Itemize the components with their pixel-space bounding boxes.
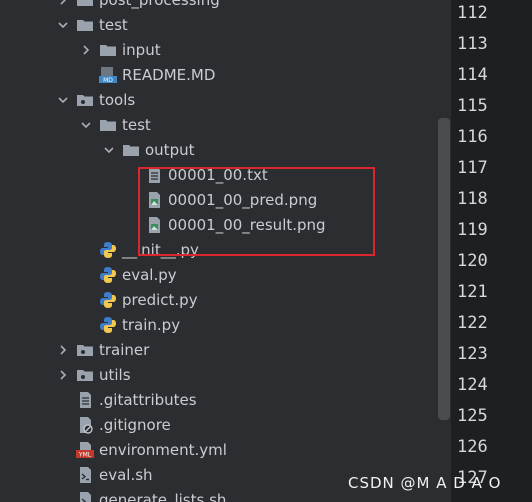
shell-script-icon [76, 466, 94, 484]
folder-icon [99, 116, 117, 134]
package-folder-icon [76, 366, 94, 384]
chevron-right-icon[interactable] [56, 343, 70, 357]
gitignore-file-icon [76, 416, 94, 434]
tree-item[interactable]: YML environment.yml [0, 437, 438, 462]
line-number: 121 [457, 282, 488, 302]
tree-item-label: eval.py [122, 265, 177, 284]
tree-item[interactable]: eval.py [0, 262, 438, 287]
tree-item-label: .gitignore [99, 415, 171, 434]
python-file-icon [99, 291, 117, 309]
tree-item[interactable]: test [0, 12, 438, 37]
svg-text:YML: YML [78, 451, 92, 458]
tree-item[interactable]: test [0, 112, 438, 137]
line-number: 122 [457, 313, 488, 333]
line-number: 124 [457, 375, 488, 395]
folder-icon [76, 0, 94, 9]
folder-icon [99, 41, 117, 59]
chevron-down-icon[interactable] [56, 93, 70, 107]
chevron-down-icon[interactable] [102, 143, 116, 157]
line-number: 125 [457, 406, 488, 426]
tree-item-label: tools [99, 90, 136, 109]
tree-item[interactable]: .gitignore [0, 412, 438, 437]
tree-item[interactable]: trainer [0, 337, 438, 362]
tree-item-label: .gitattributes [99, 390, 197, 409]
text-file-icon [76, 391, 94, 409]
python-file-icon [99, 241, 117, 259]
watermark: CSDN @M A D A O [348, 474, 502, 492]
line-number: 119 [457, 220, 488, 240]
tree-scrollbar[interactable] [438, 118, 450, 420]
tree-item-label: eval.sh [99, 465, 153, 484]
tree-item[interactable]: .gitattributes [0, 387, 438, 412]
tree-item-label: predict.py [122, 290, 198, 309]
package-folder-icon [76, 91, 94, 109]
tree-item[interactable]: utils [0, 362, 438, 387]
python-file-icon [99, 316, 117, 334]
line-number: 117 [457, 158, 488, 178]
tree-item-label: README.MD [122, 65, 216, 84]
chevron-down-icon[interactable] [79, 118, 93, 132]
line-number: 116 [457, 127, 488, 147]
line-number: 113 [457, 34, 488, 54]
tree-item[interactable]: output [0, 137, 438, 162]
tree-item-label: post_processing [99, 0, 220, 9]
shell-script-icon [76, 491, 94, 502]
line-number: 115 [457, 96, 488, 116]
chevron-right-icon[interactable] [56, 368, 70, 382]
tree-item-label: trainer [99, 340, 150, 359]
tree-item-label: test [122, 115, 151, 134]
package-folder-icon [76, 341, 94, 359]
tree-item[interactable]: train.py [0, 312, 438, 337]
tree-item[interactable]: predict.py [0, 287, 438, 312]
line-number: 126 [457, 437, 488, 457]
svg-text:MD: MD [103, 77, 113, 84]
tree-item-label: test [99, 15, 128, 34]
folder-icon [122, 141, 140, 159]
tree-item[interactable]: input [0, 37, 438, 62]
tree-item-label: input [122, 40, 161, 59]
line-number: 123 [457, 344, 488, 364]
tree-item[interactable]: MD README.MD [0, 62, 438, 87]
tree-item[interactable]: post_processing [0, 0, 438, 12]
tree-item-label: utils [99, 365, 131, 384]
yaml-file-icon: YML [76, 441, 94, 459]
chevron-right-icon[interactable] [56, 0, 70, 7]
chevron-right-icon[interactable] [79, 43, 93, 57]
tree-item-label: train.py [122, 315, 181, 334]
markdown-file-icon: MD [99, 66, 117, 84]
tree-item-label: environment.yml [99, 440, 227, 459]
line-number: 112 [457, 3, 488, 23]
python-file-icon [99, 266, 117, 284]
tree-item-label: generate_lists.sh [99, 490, 227, 502]
tree-item-label: output [145, 140, 195, 159]
line-number: 118 [457, 189, 488, 209]
chevron-down-icon[interactable] [56, 18, 70, 32]
annotation-highlight-box [138, 167, 375, 256]
tree-item[interactable]: tools [0, 87, 438, 112]
folder-icon [76, 16, 94, 34]
line-number: 120 [457, 251, 488, 271]
line-number: 114 [457, 65, 488, 85]
